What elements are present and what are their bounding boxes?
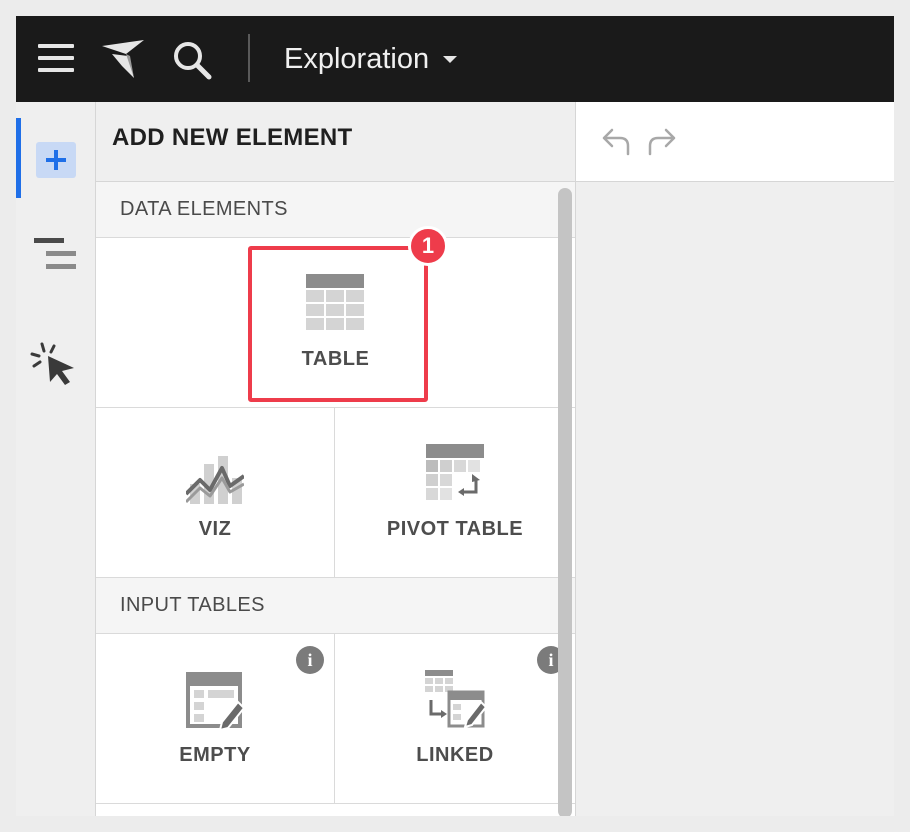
section-input-tables: INPUT TABLES <box>96 578 575 634</box>
section-heading: INPUT TABLES <box>120 594 265 616</box>
topbar-divider <box>248 34 250 82</box>
menu-icon[interactable] <box>38 42 76 74</box>
canvas-toolbar <box>576 102 894 182</box>
outline-icon[interactable] <box>34 238 78 272</box>
app-window: Exploration ADD NEW ELEMENT DATA ELEMENT… <box>16 16 894 816</box>
search-icon[interactable] <box>172 40 212 80</box>
viz-tile[interactable]: VIZ <box>96 408 334 578</box>
interaction-icon[interactable] <box>30 342 78 388</box>
info-icon[interactable]: i <box>296 646 324 674</box>
workbook-mode-dropdown[interactable]: Exploration <box>284 38 458 80</box>
workbook-title: Exploration <box>284 42 430 75</box>
empty-label: EMPTY <box>179 744 251 766</box>
linked-input-table-icon <box>425 670 488 730</box>
rail-active-indicator <box>16 118 21 198</box>
viz-icon <box>184 456 246 504</box>
panel-scrollbar[interactable] <box>558 188 572 816</box>
step-highlight <box>248 246 428 402</box>
pivot-table-label: PIVOT TABLE <box>386 518 524 540</box>
logo-icon[interactable] <box>100 38 146 80</box>
add-element-panel: ADD NEW ELEMENT DATA ELEMENTS TABLE VIZ … <box>96 102 576 816</box>
step-badge: 1 <box>408 226 448 266</box>
left-rail <box>16 102 96 816</box>
add-icon[interactable] <box>36 142 76 178</box>
viz-label: VIZ <box>198 518 232 540</box>
empty-input-table-icon <box>186 672 246 732</box>
top-bar: Exploration <box>16 16 894 102</box>
canvas-area[interactable] <box>576 182 894 816</box>
linked-tile[interactable]: i LINKED <box>335 634 575 804</box>
panel-title: ADD NEW ELEMENT <box>112 124 353 151</box>
section-heading: DATA ELEMENTS <box>120 198 288 220</box>
pivot-table-icon <box>426 444 484 502</box>
pivot-table-tile[interactable]: PIVOT TABLE <box>335 408 575 578</box>
panel-header: ADD NEW ELEMENT <box>96 102 575 182</box>
section-data-elements: DATA ELEMENTS <box>96 182 575 238</box>
undo-icon[interactable] <box>600 128 632 156</box>
redo-icon[interactable] <box>646 128 678 156</box>
empty-tile[interactable]: i EMPTY <box>96 634 334 804</box>
linked-label: LINKED <box>416 744 494 766</box>
caret-down-icon <box>443 55 458 63</box>
